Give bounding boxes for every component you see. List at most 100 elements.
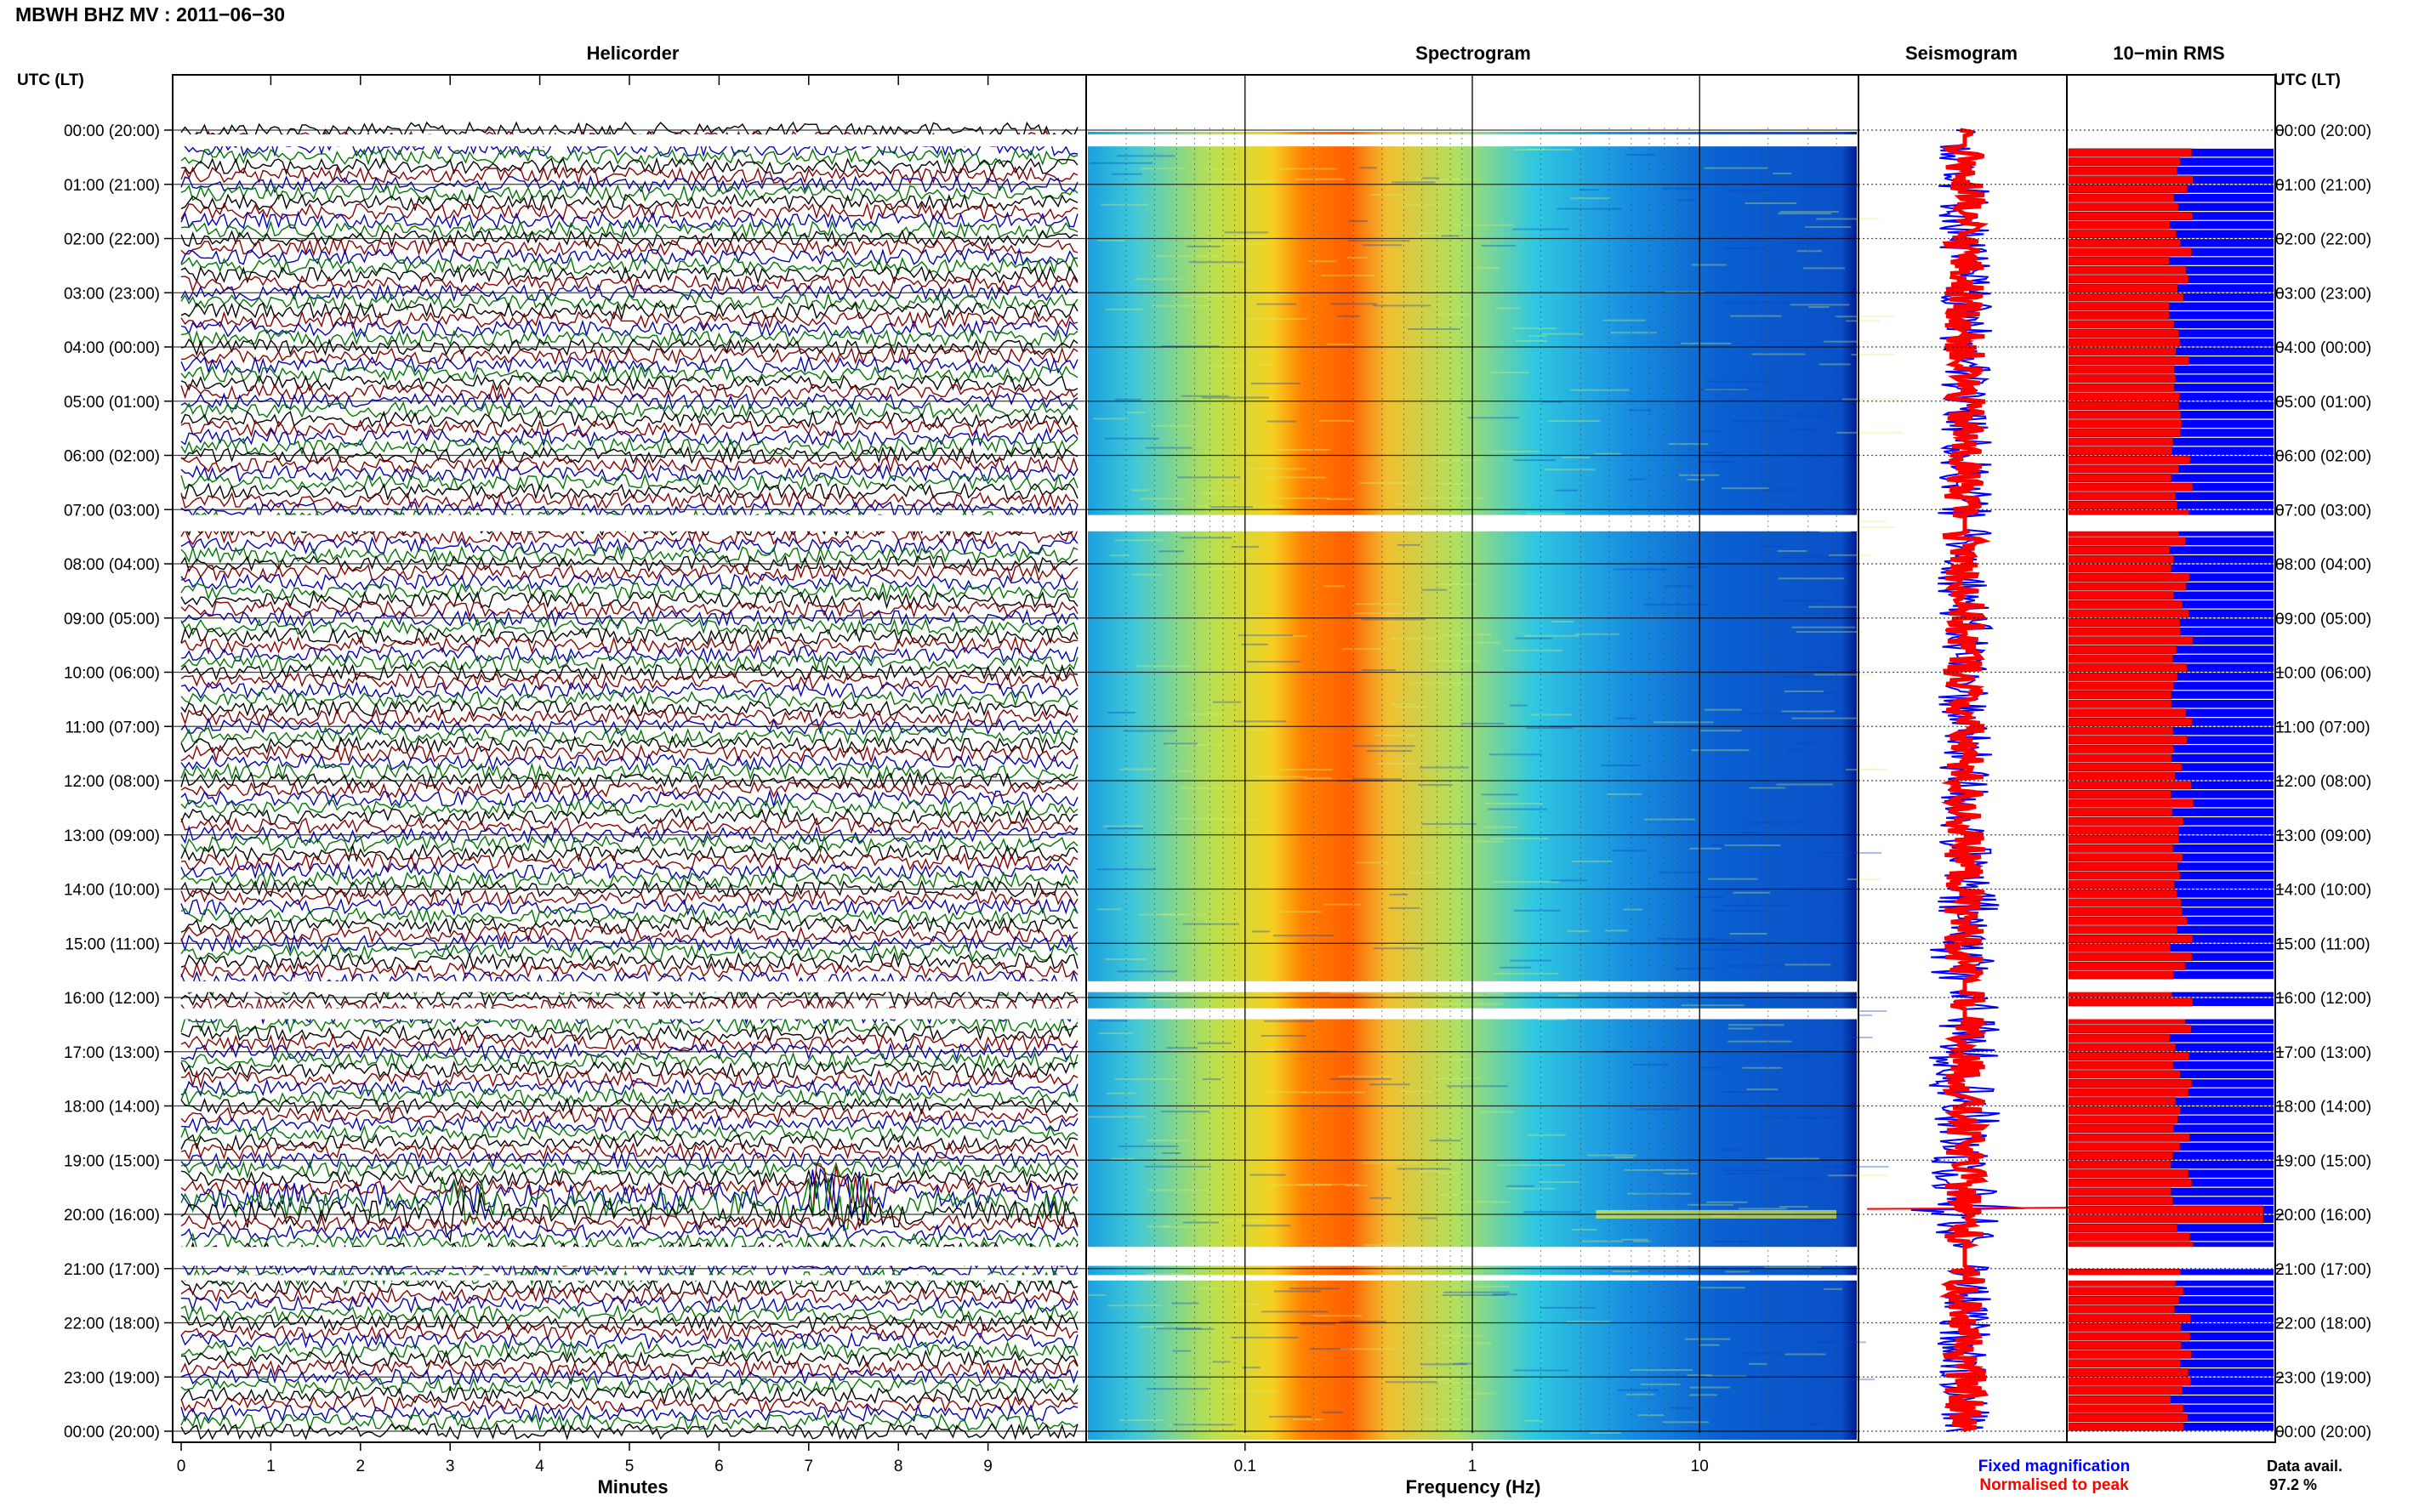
spectrogram-texture (1491, 451, 1540, 453)
spectrogram-texture (1182, 1221, 1220, 1224)
data-gap (2068, 514, 2274, 531)
data-gap (178, 134, 1081, 147)
spectrogram-texture (1172, 1350, 1191, 1352)
time-tick-label-right: 04:00 (00:00) (2275, 339, 2371, 357)
minute-tick-label: 8 (894, 1458, 903, 1475)
spectrogram-texture (1847, 878, 1881, 880)
spectrogram-texture (1093, 418, 1129, 420)
spectrogram-texture (1111, 173, 1142, 175)
spectrogram-texture (1711, 909, 1767, 912)
rms-bar-normalised (2068, 1359, 2181, 1368)
spectrogram-texture (1763, 1116, 1790, 1118)
spectrogram-texture (1751, 353, 1806, 355)
spectrogram-texture (1594, 452, 1622, 455)
time-tick-label-left: 00:00 (20:00) (64, 1424, 160, 1441)
spectrogram-texture (1097, 1020, 1128, 1022)
rms-bar-normalised (2068, 663, 2188, 673)
rms-bar-normalised (2068, 744, 2174, 753)
data-gap (178, 1008, 1081, 1020)
spectrogram-texture (1547, 420, 1601, 423)
helicorder-trace (180, 274, 1079, 293)
spectrogram-texture (1261, 1310, 1329, 1313)
time-tick-label-right: 13:00 (09:00) (2275, 827, 2371, 845)
spectrogram-texture (1268, 1415, 1312, 1418)
spectrogram-texture (1201, 396, 1269, 399)
spectrogram-texture (1659, 871, 1701, 873)
rms-bar-normalised (2068, 771, 2176, 781)
minute-tick-label: 4 (535, 1458, 544, 1475)
spectrogram-texture (1211, 365, 1245, 367)
spectrogram-texture (1653, 721, 1714, 724)
spectrogram-texture (1395, 503, 1414, 506)
spectrogram-texture (1419, 497, 1485, 499)
spectrogram-texture (1777, 549, 1807, 552)
helicorder-trace (180, 463, 1079, 483)
spectrogram-texture (1462, 1201, 1511, 1203)
helicorder-trace (180, 961, 1079, 980)
spectrogram-texture (1278, 769, 1333, 771)
rms-bar-normalised (2068, 1332, 2190, 1341)
minute-tick-label: 1 (266, 1458, 276, 1475)
rms-bar-normalised (2068, 861, 2178, 871)
spectrogram-texture (1540, 1306, 1596, 1309)
spectrogram-texture (1712, 1240, 1750, 1242)
spectrogram-texture (1773, 173, 1792, 175)
spectrogram-texture (1482, 826, 1518, 828)
spectrogram-texture (1802, 267, 1845, 270)
spectrogram-texture (1513, 909, 1561, 912)
spectrogram-texture (1088, 1116, 1146, 1118)
rms-bar-normalised (2068, 1187, 2171, 1197)
spectrogram-texture (1643, 818, 1696, 821)
spectrogram-texture (1231, 1336, 1299, 1339)
spectrogram-texture (1175, 817, 1226, 820)
rms-bar-normalised (2068, 681, 2174, 691)
time-tick-label-left: 18:00 (14:00) (64, 1099, 160, 1117)
time-tick-label-right: 15:00 (11:00) (2275, 935, 2371, 953)
spectrogram-texture (1374, 947, 1424, 950)
rms-bar-normalised (2068, 1133, 2190, 1142)
spectrogram-texture (1203, 1078, 1221, 1081)
spectrogram-texture (1836, 431, 1904, 434)
seismic-figure: MBWH BHZ MV : 2011−06−30 UTC (LT) UTC (L… (15, 3, 2371, 1498)
spectrogram-texture (1359, 167, 1377, 169)
rms-bar-normalised (2068, 925, 2177, 935)
spectrogram-texture (1392, 703, 1414, 706)
spectrogram-texture (1699, 461, 1734, 463)
time-tick-label-left: 10:00 (06:00) (64, 665, 160, 683)
helicorder-trace (180, 237, 1079, 257)
rms-bar-normalised (2068, 392, 2180, 401)
time-tick-label-right: 05:00 (01:00) (2275, 394, 2371, 412)
spectrogram-texture (1766, 1157, 1819, 1160)
rms-bar-normalised (2068, 880, 2175, 890)
spectrogram-texture (1177, 476, 1241, 479)
spectrogram-texture (1729, 932, 1767, 935)
spectrogram-texture (1846, 320, 1880, 322)
rms-bar-normalised (2068, 1395, 2171, 1404)
spectrogram-texture (1691, 749, 1750, 752)
time-tick-label-left: 04:00 (00:00) (64, 339, 160, 357)
spectrogram-texture (1823, 712, 1854, 714)
spectrogram-texture (1107, 711, 1136, 713)
rms-bar-normalised (2068, 952, 2193, 962)
spectrogram-texture (1474, 1285, 1510, 1287)
spectrogram-texture (1272, 935, 1335, 937)
spectrogram-texture (1397, 543, 1420, 546)
spectrogram-texture (1231, 236, 1266, 238)
helicorder-trace (180, 292, 1079, 311)
spectrogram-texture (1640, 1383, 1681, 1385)
spectrogram-texture (1340, 1348, 1395, 1350)
spectrogram-texture (1146, 1273, 1187, 1276)
rms-bar-normalised (2068, 699, 2172, 708)
helicorder-trace (180, 401, 1079, 420)
spectrogram-texture (1643, 604, 1709, 606)
helicorder-trace (180, 1331, 1079, 1350)
rms-bar-normalised (2068, 347, 2177, 356)
helicorder-trace (180, 635, 1079, 656)
time-tick-label-right: 03:00 (23:00) (2275, 285, 2371, 303)
rms-bar-normalised (2068, 320, 2175, 329)
data-gap (178, 1275, 1081, 1281)
spectrogram-texture (1721, 487, 1769, 490)
spectrogram-texture (1541, 333, 1584, 335)
rms-bar-normalised (2068, 736, 2188, 745)
spectrogram-texture (1339, 1321, 1386, 1323)
